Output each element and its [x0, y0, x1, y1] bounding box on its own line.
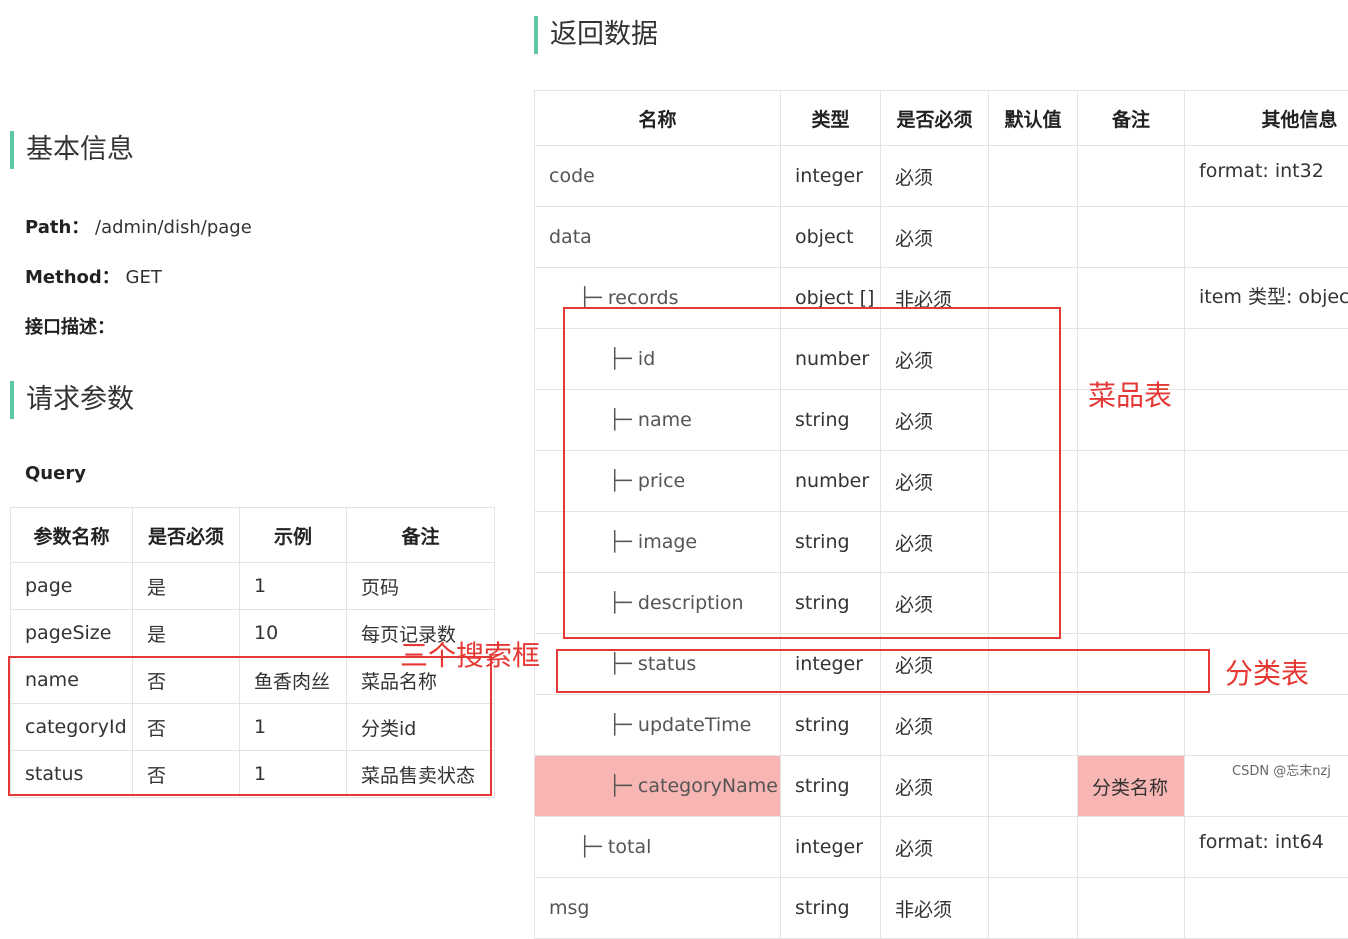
field-type: string	[781, 695, 881, 756]
field-note	[1078, 817, 1185, 878]
field-name: ├─ total	[535, 817, 781, 878]
path-row: Path： /admin/dish/page	[25, 213, 252, 239]
table-row: ├─ updateTimestring必须	[535, 695, 1348, 756]
table-row: ├─ totalinteger必须 format: int64	[535, 817, 1348, 878]
param-note: 页码	[347, 563, 495, 610]
param-example: 10	[240, 610, 347, 657]
field-name: data	[535, 207, 781, 268]
table-row: dataobject必须	[535, 207, 1348, 268]
table-row: page 是 1 页码	[11, 563, 495, 610]
field-note: 分类名称	[1078, 756, 1185, 817]
category-fields-box	[556, 649, 1210, 693]
field-type: string	[781, 756, 881, 817]
field-note	[1078, 268, 1185, 329]
column-header: 其他信息	[1185, 91, 1348, 146]
field-type: string	[781, 878, 881, 939]
field-other	[1185, 573, 1348, 634]
column-header: 备注	[347, 508, 495, 563]
column-header: 默认值	[989, 91, 1078, 146]
field-other	[1185, 390, 1348, 451]
field-default	[989, 878, 1078, 939]
annotation-search-boxes: 三个搜索框	[400, 634, 540, 674]
dish-fields-box	[563, 307, 1061, 639]
path-value: /admin/dish/page	[95, 217, 252, 238]
field-note	[1078, 695, 1185, 756]
param-name: page	[11, 563, 133, 610]
field-required: 必须	[881, 695, 989, 756]
field-other: item 类型: objec	[1185, 268, 1348, 329]
table-header-row: 名称 类型 是否必须 默认值 备注 其他信息	[535, 91, 1348, 146]
field-name: ├─ categoryName	[535, 756, 781, 817]
param-required: 是	[133, 563, 240, 610]
field-note	[1078, 207, 1185, 268]
method-value: GET	[126, 267, 162, 288]
table-header-row: 参数名称 是否必须 示例 备注	[11, 508, 495, 563]
column-header: 参数名称	[11, 508, 133, 563]
field-default	[989, 695, 1078, 756]
field-other	[1185, 451, 1348, 512]
path-label: Path：	[25, 217, 89, 238]
desc-row: 接口描述：	[25, 313, 115, 339]
query-label: Query	[25, 463, 86, 484]
field-default	[989, 817, 1078, 878]
annotation-dish-table: 菜品表	[1088, 374, 1172, 414]
table-row: ├─ categoryNamestring必须 分类名称	[535, 756, 1348, 817]
column-header: 是否必须	[881, 91, 989, 146]
field-required: 必须	[881, 146, 989, 207]
field-other	[1185, 207, 1348, 268]
field-required: 非必须	[881, 878, 989, 939]
field-name: code	[535, 146, 781, 207]
section-title-request: 请求参数	[10, 381, 134, 419]
field-name: ├─ updateTime	[535, 695, 781, 756]
field-default	[989, 146, 1078, 207]
field-type: integer	[781, 146, 881, 207]
field-other	[1185, 695, 1348, 756]
watermark: CSDN @忘末nzj	[1232, 760, 1331, 779]
column-header: 类型	[781, 91, 881, 146]
method-label: Method：	[25, 267, 120, 288]
column-header: 名称	[535, 91, 781, 146]
section-title-response: 返回数据	[534, 16, 658, 54]
field-other: format: int32	[1185, 146, 1348, 207]
field-other: format: int64	[1185, 817, 1348, 878]
field-note	[1078, 878, 1185, 939]
table-row: codeinteger必须 format: int32	[535, 146, 1348, 207]
column-header: 示例	[240, 508, 347, 563]
desc-label: 接口描述：	[25, 317, 115, 338]
field-other	[1185, 329, 1348, 390]
table-row: msgstring非必须	[535, 878, 1348, 939]
field-default	[989, 207, 1078, 268]
column-header: 备注	[1078, 91, 1185, 146]
search-fields-box	[8, 656, 492, 796]
field-other	[1185, 878, 1348, 939]
field-note	[1078, 146, 1185, 207]
param-name: pageSize	[11, 610, 133, 657]
section-title-basic: 基本信息	[10, 131, 134, 169]
field-name: msg	[535, 878, 781, 939]
field-note	[1078, 512, 1185, 573]
field-note	[1078, 451, 1185, 512]
partial-red-mark	[0, 0, 60, 6]
field-other	[1185, 512, 1348, 573]
column-header: 是否必须	[133, 508, 240, 563]
field-required: 必须	[881, 207, 989, 268]
param-example: 1	[240, 563, 347, 610]
field-note	[1078, 573, 1185, 634]
field-required: 必须	[881, 817, 989, 878]
param-required: 是	[133, 610, 240, 657]
field-type: integer	[781, 817, 881, 878]
field-default	[989, 756, 1078, 817]
annotation-category-table: 分类表	[1225, 652, 1309, 692]
field-required: 必须	[881, 756, 989, 817]
field-type: object	[781, 207, 881, 268]
method-row: Method： GET	[25, 263, 162, 289]
